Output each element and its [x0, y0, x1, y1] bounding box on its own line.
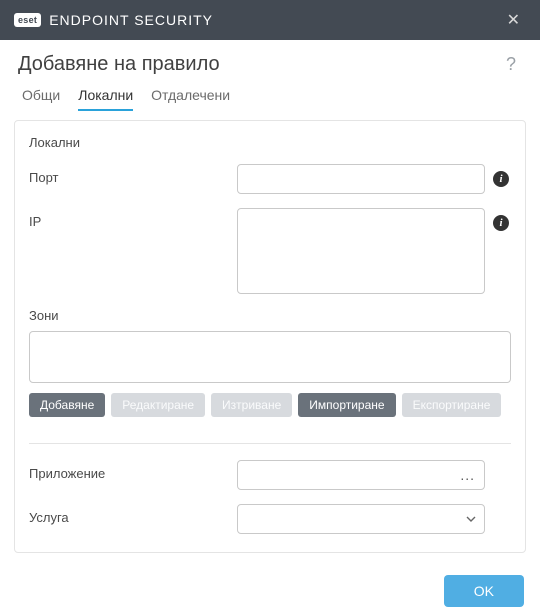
- application-label: Приложение: [29, 460, 229, 481]
- zones-button-row: Добавяне Редактиране Изтриване Импортира…: [29, 393, 511, 417]
- ok-button[interactable]: OK: [444, 575, 524, 607]
- ip-input[interactable]: [237, 208, 485, 294]
- tabs: Общи Локални Отдалечени: [0, 81, 540, 112]
- import-button[interactable]: Импортиране: [298, 393, 395, 417]
- service-label: Услуга: [29, 504, 229, 525]
- export-button: Експортиране: [402, 393, 502, 417]
- titlebar: eset ENDPOINT SECURITY ✕: [0, 0, 540, 40]
- brand-text-strong: SECURITY: [134, 12, 213, 28]
- close-icon[interactable]: ✕: [501, 6, 526, 34]
- application-row: Приложение ...: [29, 460, 511, 490]
- brand-text-light: ENDPOINT: [49, 12, 134, 28]
- tab-local[interactable]: Локални: [78, 87, 133, 111]
- brand-badge: eset: [14, 13, 41, 27]
- ip-label: IP: [29, 208, 229, 229]
- help-icon[interactable]: ?: [500, 52, 522, 77]
- footer: OK: [0, 553, 540, 607]
- info-icon[interactable]: i: [493, 171, 509, 187]
- browse-icon[interactable]: ...: [456, 465, 479, 485]
- port-input[interactable]: [237, 164, 485, 194]
- port-row: Порт i: [29, 164, 511, 194]
- brand-text: ENDPOINT SECURITY: [49, 12, 213, 28]
- info-icon[interactable]: i: [493, 215, 509, 231]
- delete-button: Изтриване: [211, 393, 292, 417]
- local-panel: Локални Порт i IP i Зони Добавяне Редакт…: [14, 120, 526, 553]
- zones-list[interactable]: [29, 331, 511, 383]
- zones-label: Зони: [29, 308, 511, 323]
- service-row: Услуга: [29, 504, 511, 534]
- add-button[interactable]: Добавяне: [29, 393, 105, 417]
- edit-button: Редактиране: [111, 393, 205, 417]
- tab-remote[interactable]: Отдалечени: [151, 87, 230, 111]
- page-title: Добавяне на правило: [18, 53, 220, 76]
- service-select[interactable]: [237, 504, 485, 534]
- port-label: Порт: [29, 164, 229, 185]
- divider: [29, 443, 511, 444]
- tab-general[interactable]: Общи: [22, 87, 60, 111]
- section-heading: Локални: [29, 135, 511, 150]
- ip-row: IP i: [29, 208, 511, 294]
- application-input[interactable]: [237, 460, 485, 490]
- header: Добавяне на правило ?: [0, 40, 540, 81]
